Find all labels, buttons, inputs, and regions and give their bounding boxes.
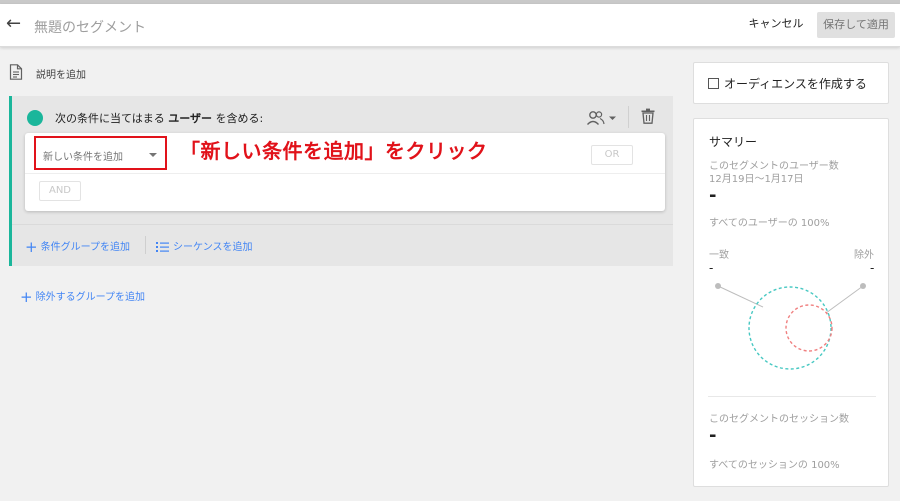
exclude-circle — [785, 304, 833, 352]
add-sequence-link[interactable]: シーケンスを追加 — [156, 238, 253, 253]
header-divider — [628, 106, 629, 128]
footer-divider — [145, 236, 146, 254]
segment-title[interactable]: 無題のセグメント — [34, 17, 146, 37]
summary-panel: サマリー このセグメントのユーザー数 12月19日～1月17日 - すべてのユー… — [693, 118, 889, 487]
add-sequence-label: シーケンスを追加 — [173, 242, 253, 253]
or-button[interactable]: OR — [591, 145, 633, 165]
exclude-label: 除外 — [854, 250, 874, 261]
audience-checkbox[interactable] — [708, 78, 719, 89]
document-icon — [9, 64, 23, 80]
save-apply-button[interactable]: 保存して適用 — [817, 12, 895, 38]
condition-card: 新しい条件を追加 「新しい条件を追加」をクリック OR AND — [25, 133, 665, 211]
sessions-percentage: すべてのセッションの 100% — [709, 460, 840, 471]
segment-users-value: - — [709, 185, 717, 206]
create-audience-option[interactable]: オーディエンスを作成する — [693, 62, 889, 104]
match-value: - — [709, 261, 714, 275]
summary-title: サマリー — [709, 135, 758, 149]
audience-checkbox-label: オーディエンスを作成する — [724, 77, 867, 91]
add-condition-group-label: 条件グループを追加 — [40, 242, 130, 253]
segment-sessions-value: - — [709, 425, 717, 446]
plus-icon: + — [20, 288, 33, 306]
people-icon[interactable] — [586, 109, 618, 127]
highlight-box — [34, 136, 167, 170]
users-percentage: すべてのユーザーの 100% — [709, 218, 830, 229]
group-footer-divider — [12, 224, 673, 225]
cancel-button[interactable]: キャンセル — [743, 11, 809, 37]
add-condition-group-link[interactable]: + 条件グループを追加 — [25, 238, 130, 256]
trash-icon[interactable] — [641, 108, 655, 124]
list-icon — [156, 242, 169, 252]
header-bar: ← 無題のセグメント キャンセル 保存して適用 — [0, 4, 900, 47]
date-range: 12月19日～1月17日 — [709, 174, 804, 185]
exclude-value: - — [870, 261, 875, 275]
venn-diagram — [715, 283, 866, 370]
exclude-pointer-line — [825, 285, 864, 314]
match-label: 一致 — [709, 250, 729, 261]
back-arrow-icon[interactable]: ← — [6, 14, 24, 34]
segment-sessions-label: このセグメントのセッション数 — [709, 414, 849, 425]
add-exclude-group-label: 除外するグループを追加 — [35, 292, 145, 303]
summary-divider — [708, 396, 876, 397]
match-circle — [748, 286, 832, 370]
instruction-annotation: 「新しい条件を追加」をクリック — [180, 139, 488, 163]
plus-icon: + — [25, 238, 38, 256]
add-exclude-group-link[interactable]: + 除外するグループを追加 — [20, 288, 145, 306]
condition-group: 次の条件に当てはまる ユーザー を含める: 新しい条件を追加 「新しい条件を追加… — [9, 96, 673, 266]
add-description-link[interactable]: 説明を追加 — [36, 66, 86, 81]
group-indicator-dot — [27, 110, 43, 126]
card-divider — [25, 173, 665, 174]
group-heading: 次の条件に当てはまる ユーザー を含める: — [55, 112, 264, 125]
and-button[interactable]: AND — [39, 181, 81, 201]
